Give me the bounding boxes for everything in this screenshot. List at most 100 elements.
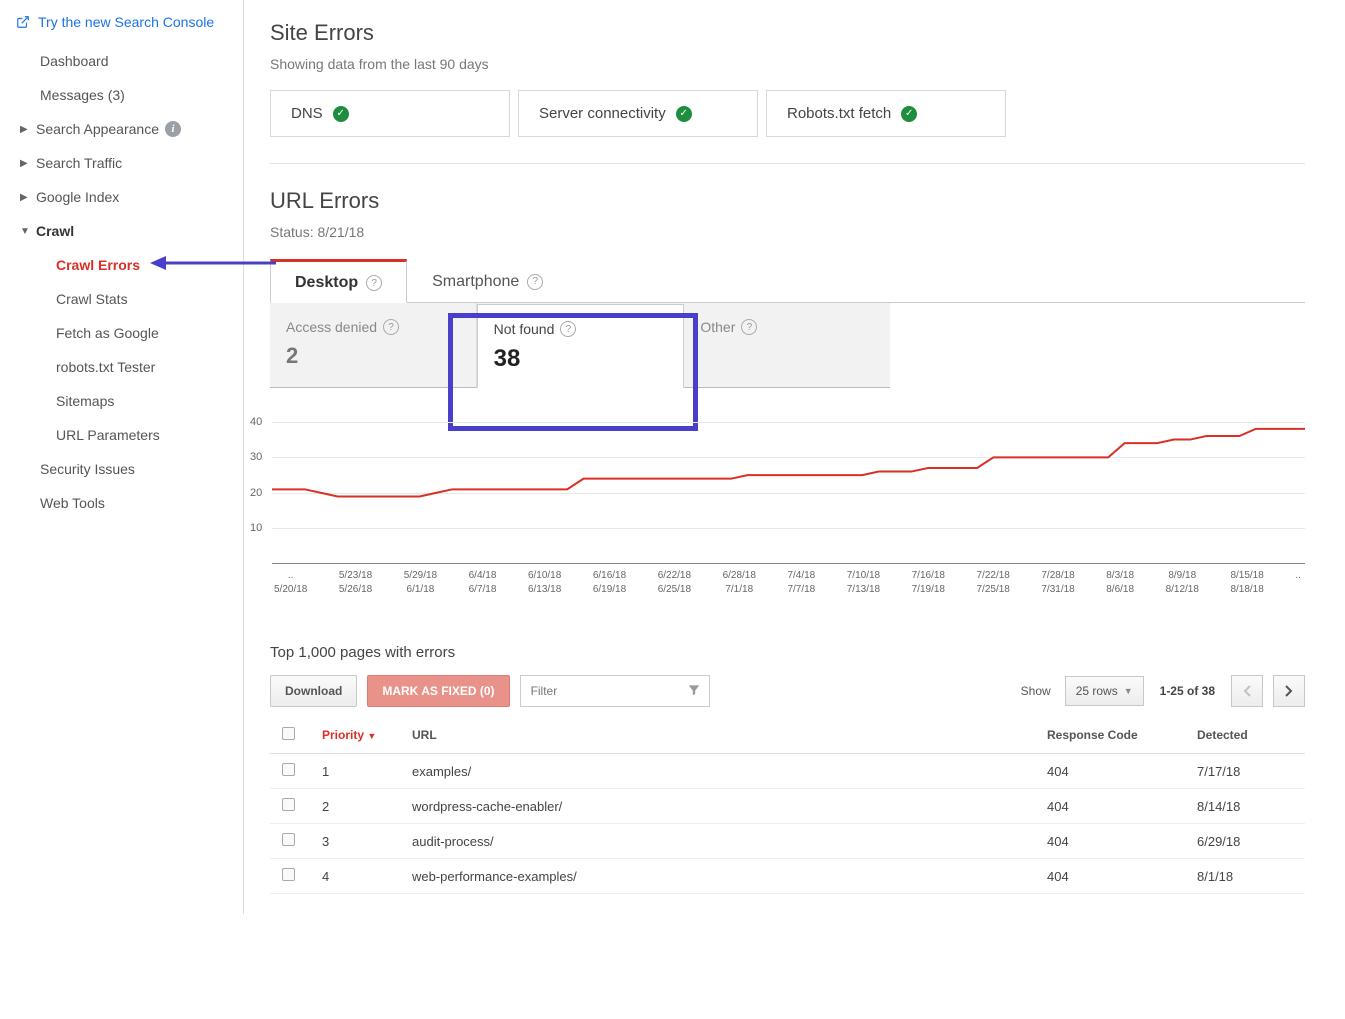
row-checkbox[interactable] xyxy=(282,763,295,776)
help-icon[interactable]: ? xyxy=(560,321,576,337)
x-tick: 7/22/187/25/18 xyxy=(977,569,1010,597)
help-icon[interactable]: ? xyxy=(741,319,757,335)
top-pages-title: Top 1,000 pages with errors xyxy=(270,644,1305,661)
x-tick: 7/4/187/7/18 xyxy=(787,569,815,597)
try-new-console-link[interactable]: Try the new Search Console xyxy=(0,14,243,44)
stat-label-text: Not found xyxy=(494,321,555,337)
sort-desc-icon: ▼ xyxy=(367,731,376,741)
chevron-left-icon xyxy=(1243,685,1251,697)
help-icon[interactable]: ? xyxy=(527,274,543,290)
row-checkbox[interactable] xyxy=(282,833,295,846)
site-errors-subtitle: Showing data from the last 90 days xyxy=(270,56,1305,72)
card-dns[interactable]: DNS ✓ xyxy=(270,90,510,137)
help-icon[interactable]: ? xyxy=(366,275,382,291)
stat-other[interactable]: Other? xyxy=(684,303,890,387)
row-checkbox[interactable] xyxy=(282,798,295,811)
show-label: Show xyxy=(1021,684,1051,698)
stat-not-found[interactable]: Not found? 38 xyxy=(477,304,685,388)
cell-code: 404 xyxy=(1035,824,1185,859)
cell-url: examples/ xyxy=(400,754,1035,789)
card-label: DNS xyxy=(291,105,323,122)
nav-label: Google Index xyxy=(36,189,119,205)
nav-dashboard[interactable]: Dashboard xyxy=(0,44,243,78)
table-row[interactable]: 4web-performance-examples/4048/1/18 xyxy=(270,859,1305,894)
x-tick: ..5/20/18 xyxy=(274,569,307,597)
caret-down-icon: ▼ xyxy=(1124,686,1133,696)
col-priority[interactable]: Priority ▼ xyxy=(310,717,400,754)
cell-detected: 8/14/18 xyxy=(1185,789,1305,824)
row-checkbox[interactable] xyxy=(282,868,295,881)
rows-dropdown[interactable]: 25 rows ▼ xyxy=(1065,676,1144,706)
cell-detected: 8/1/18 xyxy=(1185,859,1305,894)
nav-sitemaps[interactable]: Sitemaps xyxy=(0,384,243,418)
filter-input[interactable] xyxy=(531,684,699,698)
nav-url-parameters[interactable]: URL Parameters xyxy=(0,418,243,452)
nav-search-appearance[interactable]: ▶ Search Appearance i xyxy=(0,112,243,146)
errors-table: Priority ▼ URL Response Code Detected 1e… xyxy=(270,717,1305,894)
nav-label: Search Appearance xyxy=(36,121,159,137)
filter-box[interactable] xyxy=(520,675,710,707)
card-server-connectivity[interactable]: Server connectivity ✓ xyxy=(518,90,758,137)
nav-crawl-stats[interactable]: Crawl Stats xyxy=(0,282,243,316)
check-icon: ✓ xyxy=(676,106,692,122)
tab-desktop[interactable]: Desktop ? xyxy=(270,259,407,303)
card-label: Server connectivity xyxy=(539,105,666,122)
chart-x-axis: ..5/20/185/23/185/26/185/29/186/1/186/4/… xyxy=(270,569,1305,597)
table-row[interactable]: 1examples/4047/17/18 xyxy=(270,754,1305,789)
error-type-tabs: Access denied? 2 Not found? 38 Other? xyxy=(270,303,890,388)
x-tick: 6/22/186/25/18 xyxy=(658,569,691,597)
x-tick: .. xyxy=(1295,569,1301,597)
cell-code: 404 xyxy=(1035,789,1185,824)
url-errors-title: URL Errors xyxy=(270,188,1305,214)
nav-robots-tester[interactable]: robots.txt Tester xyxy=(0,350,243,384)
nav-sub-label: Crawl Errors xyxy=(56,257,140,273)
pagination-label: 1-25 of 38 xyxy=(1160,684,1215,698)
table-toolbar: Download MARK AS FIXED (0) Show 25 rows … xyxy=(270,675,1305,707)
tab-smartphone[interactable]: Smartphone ? xyxy=(407,258,568,302)
nav-google-index[interactable]: ▶ Google Index xyxy=(0,180,243,214)
caret-down-icon: ▼ xyxy=(20,226,30,237)
col-response-code[interactable]: Response Code xyxy=(1035,717,1185,754)
cell-priority: 3 xyxy=(310,824,400,859)
table-row[interactable]: 2wordpress-cache-enabler/4048/14/18 xyxy=(270,789,1305,824)
nav-messages[interactable]: Messages (3) xyxy=(0,78,243,112)
errors-chart: 10203040 ..5/20/185/23/185/26/185/29/186… xyxy=(270,404,1305,614)
col-url[interactable]: URL xyxy=(400,717,1035,754)
cell-priority: 1 xyxy=(310,754,400,789)
nav-crawl[interactable]: ▼ Crawl xyxy=(0,214,243,248)
cell-priority: 2 xyxy=(310,789,400,824)
caret-right-icon: ▶ xyxy=(20,192,30,203)
nav-web-tools[interactable]: Web Tools xyxy=(0,486,243,520)
mark-as-fixed-button[interactable]: MARK AS FIXED (0) xyxy=(367,675,509,707)
cell-url: wordpress-cache-enabler/ xyxy=(400,789,1035,824)
help-icon[interactable]: ? xyxy=(383,319,399,335)
cell-url: web-performance-examples/ xyxy=(400,859,1035,894)
stat-value: 38 xyxy=(494,345,668,373)
site-errors-title: Site Errors xyxy=(270,20,1305,46)
x-tick: 7/16/187/19/18 xyxy=(912,569,945,597)
nav-search-traffic[interactable]: ▶ Search Traffic xyxy=(0,146,243,180)
filter-icon xyxy=(687,683,701,700)
next-page-button[interactable] xyxy=(1273,675,1305,707)
chevron-right-icon xyxy=(1285,685,1293,697)
cell-priority: 4 xyxy=(310,859,400,894)
x-tick: 7/10/187/13/18 xyxy=(847,569,880,597)
prev-page-button[interactable] xyxy=(1231,675,1263,707)
nav-fetch-as-google[interactable]: Fetch as Google xyxy=(0,316,243,350)
card-label: Robots.txt fetch xyxy=(787,105,891,122)
sidebar: Try the new Search Console Dashboard Mes… xyxy=(0,0,244,914)
col-detected[interactable]: Detected xyxy=(1185,717,1305,754)
download-button[interactable]: Download xyxy=(270,675,357,707)
table-row[interactable]: 3audit-process/4046/29/18 xyxy=(270,824,1305,859)
card-robots-fetch[interactable]: Robots.txt fetch ✓ xyxy=(766,90,1006,137)
x-tick: 6/10/186/13/18 xyxy=(528,569,561,597)
select-all-checkbox[interactable] xyxy=(282,727,295,740)
nav-security-issues[interactable]: Security Issues xyxy=(0,452,243,486)
x-tick: 6/28/187/1/18 xyxy=(723,569,756,597)
nav-crawl-errors[interactable]: Crawl Errors xyxy=(0,248,243,282)
info-icon: i xyxy=(165,121,181,137)
url-errors-status: Status: 8/21/18 xyxy=(270,224,1305,240)
check-icon: ✓ xyxy=(333,106,349,122)
caret-right-icon: ▶ xyxy=(20,158,30,169)
stat-access-denied[interactable]: Access denied? 2 xyxy=(270,303,477,387)
